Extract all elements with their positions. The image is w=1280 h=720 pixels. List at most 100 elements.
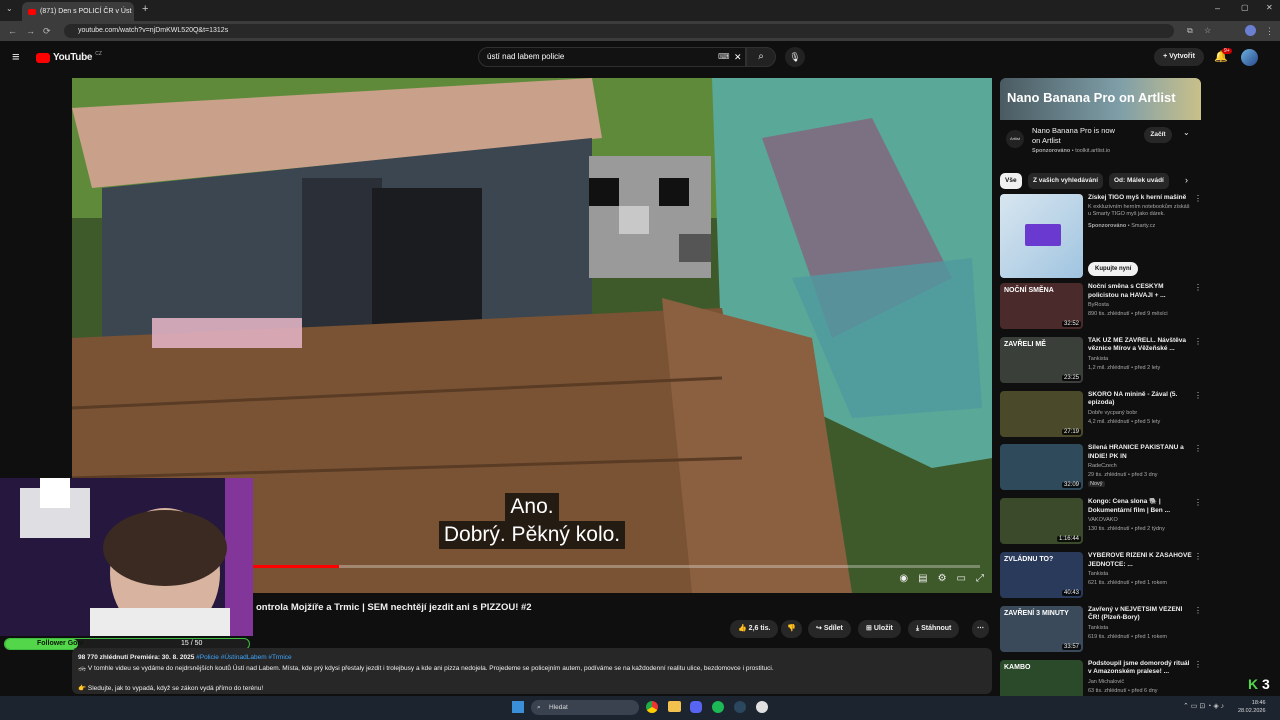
spotify-icon[interactable] — [712, 701, 724, 713]
more-actions-button[interactable]: ⋯ — [972, 620, 989, 638]
keyboard-icon[interactable]: ⌨ — [718, 48, 730, 66]
video-duration: 40:43 — [1061, 590, 1081, 596]
recommendation-more-icon[interactable]: ⋮ — [1194, 444, 1202, 453]
recommendation-title[interactable]: Podstoupil jsme domorodý rituál v Amazon… — [1088, 660, 1192, 677]
tab-search-icon[interactable]: ⌄ — [6, 4, 13, 13]
new-tab-icon[interactable]: + — [142, 3, 148, 15]
recommendation-more-icon[interactable]: ⋮ — [1194, 552, 1202, 561]
recommendation-channel[interactable]: Jan Michalovič — [1088, 679, 1124, 685]
bookmark-star-icon[interactable]: ☆ — [1204, 25, 1211, 37]
recommendation-thumbnail[interactable]: 1:16:44 — [1000, 498, 1083, 545]
recommendation-thumbnail[interactable]: ZAVŘENÍ 3 MINUTY 33:57 — [1000, 605, 1083, 652]
recommendation-title[interactable]: VÝBĚROVÉ ŘÍZENÍ K ZÁSAHOVÉ JEDNOTCE: ... — [1088, 552, 1192, 569]
promo-title[interactable]: Získej TIGO myš k herní mašině — [1088, 194, 1192, 203]
video-progress-bar[interactable] — [252, 565, 980, 568]
recommendation-channel[interactable]: Dobře vycpaný bobr — [1088, 410, 1137, 416]
recommendation-more-icon[interactable]: ⋮ — [1194, 391, 1202, 400]
steam-icon[interactable] — [734, 701, 746, 713]
like-button[interactable]: 👍 2,6 tis. — [730, 620, 779, 638]
recommendation-item[interactable]: 1:16:44 Kongo: Cena slona 🐘 | Dokumentárn… — [1000, 498, 1202, 546]
recommendation-more-icon[interactable]: ⋮ — [1194, 498, 1202, 507]
sidebar-ad[interactable]: Nano Banana Pro on Artlist Artlist Nano … — [1000, 78, 1201, 164]
description-hashtags[interactable]: #Policie #ÚstínadLabem #Trmice — [196, 654, 292, 661]
recommendation-channel[interactable]: Tankista — [1088, 571, 1108, 577]
recommendation-more-icon[interactable]: ⋮ — [1194, 337, 1202, 346]
discord-icon[interactable] — [690, 701, 702, 713]
reload-icon[interactable]: ⟳ — [43, 25, 51, 37]
cast-icon[interactable]: ⧉ — [1187, 25, 1193, 37]
create-button[interactable]: + Vytvořit — [1154, 48, 1204, 66]
recommendation-thumbnail[interactable]: 32:09 — [1000, 444, 1083, 491]
recommendation-title[interactable]: Zavřený v NEJVĚTŠÍM VĚZENÍ ČR! (Plzeň-Bo… — [1088, 606, 1192, 623]
recommendation-thumbnail[interactable]: ZVLÁDNU TO? 40:43 — [1000, 552, 1083, 598]
recommendation-item[interactable]: ZAVŘELI MĚ 23:25 TAK UŽ MĚ ZAVŘELI.. Návšt… — [1000, 336, 1202, 385]
subtitles-icon[interactable]: ▤ — [918, 573, 927, 584]
chrome-menu-icon[interactable]: ⋮ — [1265, 25, 1274, 37]
chip-from-channel[interactable]: Od: Málek uvádí — [1109, 173, 1169, 189]
hamburger-menu-icon[interactable]: ≡ — [12, 49, 20, 64]
account-avatar[interactable] — [1241, 49, 1258, 66]
clear-search-icon[interactable]: ✕ — [734, 48, 742, 66]
dislike-button[interactable]: 👎 — [781, 620, 802, 638]
recommendation-thumbnail[interactable]: NOČNÍ SMĚNA 32:52 — [1000, 283, 1083, 329]
recommendation-channel[interactable]: Tankista — [1088, 356, 1108, 362]
autoplay-toggle-icon[interactable]: ◉ — [899, 573, 908, 584]
forward-icon[interactable]: → — [26, 25, 35, 37]
recommendation-item[interactable]: NOČNÍ SMĚNA 32:52 Noční směna s ČESKÝM pol… — [1000, 283, 1202, 331]
profile-avatar-icon[interactable] — [1245, 25, 1256, 36]
search-button[interactable]: ⌕ — [746, 47, 776, 67]
recommendation-title[interactable]: Kongo: Cena slona 🐘 | Dokumentární film … — [1088, 498, 1192, 515]
chrome-taskbar-icon[interactable] — [646, 701, 658, 713]
app-icon[interactable] — [756, 701, 768, 713]
minimize-icon[interactable]: – — [1215, 3, 1220, 13]
video-description[interactable]: 98 770 zhlédnutí Premiéra: 30. 8. 2025 #… — [72, 648, 992, 694]
youtube-logo[interactable]: YouTube CZ — [36, 51, 102, 63]
recommendation-thumbnail[interactable]: ZAVŘELI MĚ 23:25 — [1000, 336, 1083, 383]
taskbar-search[interactable]: ⌕ Hledat — [531, 700, 639, 715]
address-bar[interactable]: youtube.com/watch?v=njDmKWL520Q&t=1312s — [64, 24, 1174, 38]
chip-from-searches[interactable]: Z vašich vyhledávání — [1028, 173, 1104, 189]
download-button[interactable]: ⤓ Stáhnout — [908, 620, 960, 638]
chips-next-chevron-icon[interactable]: › — [1185, 175, 1188, 185]
maximize-icon[interactable]: ▢ — [1241, 3, 1249, 12]
promo-cta-button[interactable]: Kupujte nyní — [1088, 262, 1139, 276]
recommendation-item[interactable]: 32:09 Šílená HRANICE PÁKISTÁNU a INDIE! P… — [1000, 444, 1202, 492]
recommendation-channel[interactable]: VAKOVAKO — [1088, 517, 1118, 523]
recommendation-item[interactable]: ZVLÁDNU TO? 40:43 VÝBĚROVÉ ŘÍZENÍ K ZÁSAHO… — [1000, 552, 1202, 600]
recommendation-more-icon[interactable]: ⋮ — [1194, 283, 1202, 292]
file-explorer-icon[interactable] — [668, 701, 681, 712]
theater-mode-icon[interactable]: ▭ — [957, 573, 966, 584]
recommendation-thumbnail[interactable]: 27:19 — [1000, 390, 1083, 437]
settings-gear-icon[interactable]: ⚙ — [938, 573, 947, 584]
promo-more-icon[interactable]: ⋮ — [1194, 194, 1202, 203]
recommendation-item[interactable]: ZAVŘENÍ 3 MINUTY 33:57 Zavřený v NEJVĚTŠÍM… — [1000, 605, 1202, 654]
window-close-icon[interactable]: ✕ — [1266, 3, 1273, 12]
recommendation-title[interactable]: Šílená HRANICE PÁKISTÁNU a INDIE! PK IN — [1088, 444, 1192, 461]
browser-tab-active[interactable]: (871) Den s POLICÍ ČR v Úst ✕ — [22, 2, 134, 21]
voice-search-button[interactable]: 🎙 — [785, 47, 805, 67]
start-button-icon[interactable] — [512, 701, 524, 713]
download-icon: ⤓ — [916, 625, 920, 632]
promo-item[interactable]: Získej TIGO myš k herní mašině K exkluzi… — [1000, 194, 1202, 280]
share-button[interactable]: ↪ Sdílet — [808, 620, 851, 638]
ad-expand-chevron-icon[interactable]: ⌄ — [1183, 128, 1190, 137]
recommendation-more-icon[interactable]: ⋮ — [1194, 660, 1202, 669]
search-input[interactable]: ústí nad labem policie ⌨ ✕ — [478, 47, 746, 67]
recommendation-title[interactable]: SKORO NA minině - Zával (5. epizoda) — [1088, 391, 1192, 408]
back-icon[interactable]: ← — [8, 25, 17, 37]
recommendation-channel[interactable]: Tankista — [1088, 625, 1108, 631]
recommendation-title[interactable]: TAK UŽ MĚ ZAVŘELI.. Návštěva věznice Mír… — [1088, 337, 1192, 354]
ad-banner[interactable]: Nano Banana Pro on Artlist — [1000, 78, 1201, 120]
recommendation-item[interactable]: 27:19 SKORO NA minině - Zával (5. epizoda… — [1000, 390, 1202, 439]
save-button[interactable]: ⊞ Uložit — [858, 620, 901, 638]
chip-all[interactable]: Vše — [1000, 173, 1022, 189]
recommendation-title[interactable]: Noční směna s ČESKÝM policistou na HAVAJ… — [1088, 283, 1192, 300]
recommendation-more-icon[interactable]: ⋮ — [1194, 606, 1202, 615]
taskbar-clock[interactable]: 18:46 28.02.2026 — [1238, 699, 1266, 715]
fullscreen-icon[interactable]: ⤢ — [976, 573, 984, 584]
ad-cta-button[interactable]: Začít — [1144, 127, 1172, 143]
recommendation-channel[interactable]: RadeCzech — [1088, 463, 1117, 469]
recommendation-channel[interactable]: ByRosta — [1088, 302, 1109, 308]
system-tray-icons[interactable]: ⌃ ▭ ⊡ ◔ ◈ ♪ — [1183, 702, 1224, 710]
promo-thumbnail[interactable] — [1000, 194, 1083, 278]
